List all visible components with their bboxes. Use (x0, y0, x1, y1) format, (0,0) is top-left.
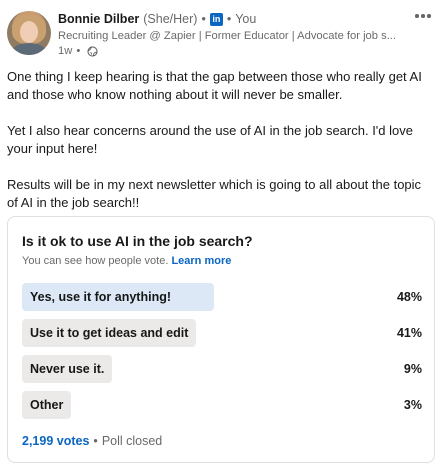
poll-option-label: Other (30, 398, 64, 412)
connection-degree: You (235, 12, 257, 26)
poll-option[interactable]: Other 3% (22, 391, 422, 419)
poll-visibility-note: You can see how people vote. Learn more (22, 255, 232, 267)
post-meta: 1w • (58, 45, 98, 57)
poll-option-label: Yes, use it for anything! (30, 290, 171, 304)
author-name-line: Bonnie Dilber (She/Her) • in • You (58, 12, 257, 26)
author-pronouns: (She/Her) (143, 12, 198, 26)
post-paragraph: Results will be in my next newsletter wh… (7, 177, 422, 210)
author-name[interactable]: Bonnie Dilber (58, 12, 139, 26)
linkedin-icon: in (209, 12, 223, 26)
poll-status: Poll closed (101, 434, 163, 448)
poll-option-percent: 41% (396, 326, 422, 340)
more-options-icon[interactable] (411, 7, 435, 25)
poll-question: Is it ok to use AI in the job search? (22, 233, 253, 249)
author-avatar[interactable] (7, 11, 51, 55)
poll-option-label: Use it to get ideas and edit (30, 326, 189, 340)
author-headline: Recruiting Leader @ Zapier | Former Educ… (58, 30, 397, 42)
poll-option[interactable]: Never use it. 9% (22, 355, 422, 383)
post-paragraph: Yet I also hear concerns around the use … (7, 123, 413, 156)
post-header: Bonnie Dilber (She/Her) • in • You Recru… (0, 0, 439, 66)
learn-more-link[interactable]: Learn more (171, 255, 231, 267)
post-body: One thing I keep hearing is that the gap… (7, 68, 435, 230)
post-time: 1w (58, 45, 73, 57)
poll-option-percent: 3% (403, 398, 422, 412)
poll-option-label: Never use it. (30, 362, 105, 376)
poll-option[interactable]: Use it to get ideas and edit 41% (22, 319, 422, 347)
globe-icon (87, 45, 98, 57)
poll-footer: 2,199 votes • Poll closed (22, 434, 163, 448)
poll-option-percent: 9% (403, 362, 422, 376)
vote-count-link[interactable]: 2,199 votes (22, 434, 89, 448)
poll-card: Is it ok to use AI in the job search? Yo… (7, 216, 435, 463)
poll-option[interactable]: Yes, use it for anything! 48% (22, 283, 422, 311)
post-paragraph: One thing I keep hearing is that the gap… (7, 69, 422, 102)
poll-option-percent: 48% (396, 290, 422, 304)
